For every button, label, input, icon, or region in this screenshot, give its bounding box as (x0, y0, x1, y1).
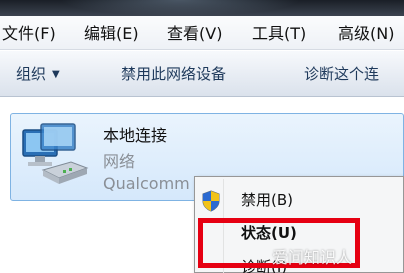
network-computer-icon (22, 123, 89, 184)
command-bar: 组织 ▼ 禁用此网络设备 诊断这个连 (0, 51, 404, 97)
uac-shield-icon (202, 190, 220, 212)
adapter-name: 本地连接 (103, 126, 168, 145)
organize-label: 组织 (16, 65, 47, 83)
menu-edit[interactable]: 编辑(E) (84, 22, 139, 46)
diagnose-connection-button[interactable]: 诊断这个连 (304, 63, 379, 85)
menu-view[interactable]: 查看(V) (167, 22, 222, 46)
window-title-bar (0, 0, 404, 16)
menu-advanced[interactable]: 高级(N) (338, 22, 394, 46)
disable-device-button[interactable]: 禁用此网络设备 (121, 63, 226, 85)
adapter-status: 网络 (103, 152, 136, 171)
title-bar-glow (60, 0, 300, 16)
menu-item-disable[interactable]: 禁用(B) (241, 189, 293, 211)
menu-bar: 文件(F) 编辑(E) 查看(V) 工具(T) 高级(N) (0, 16, 404, 50)
dropdown-caret-icon: ▼ (52, 69, 60, 80)
watermark: 爱问知识人 (272, 248, 353, 267)
organize-button[interactable]: 组织 ▼ (16, 63, 60, 85)
menu-file[interactable]: 文件(F) (2, 22, 56, 46)
menu-tools[interactable]: 工具(T) (252, 22, 306, 46)
